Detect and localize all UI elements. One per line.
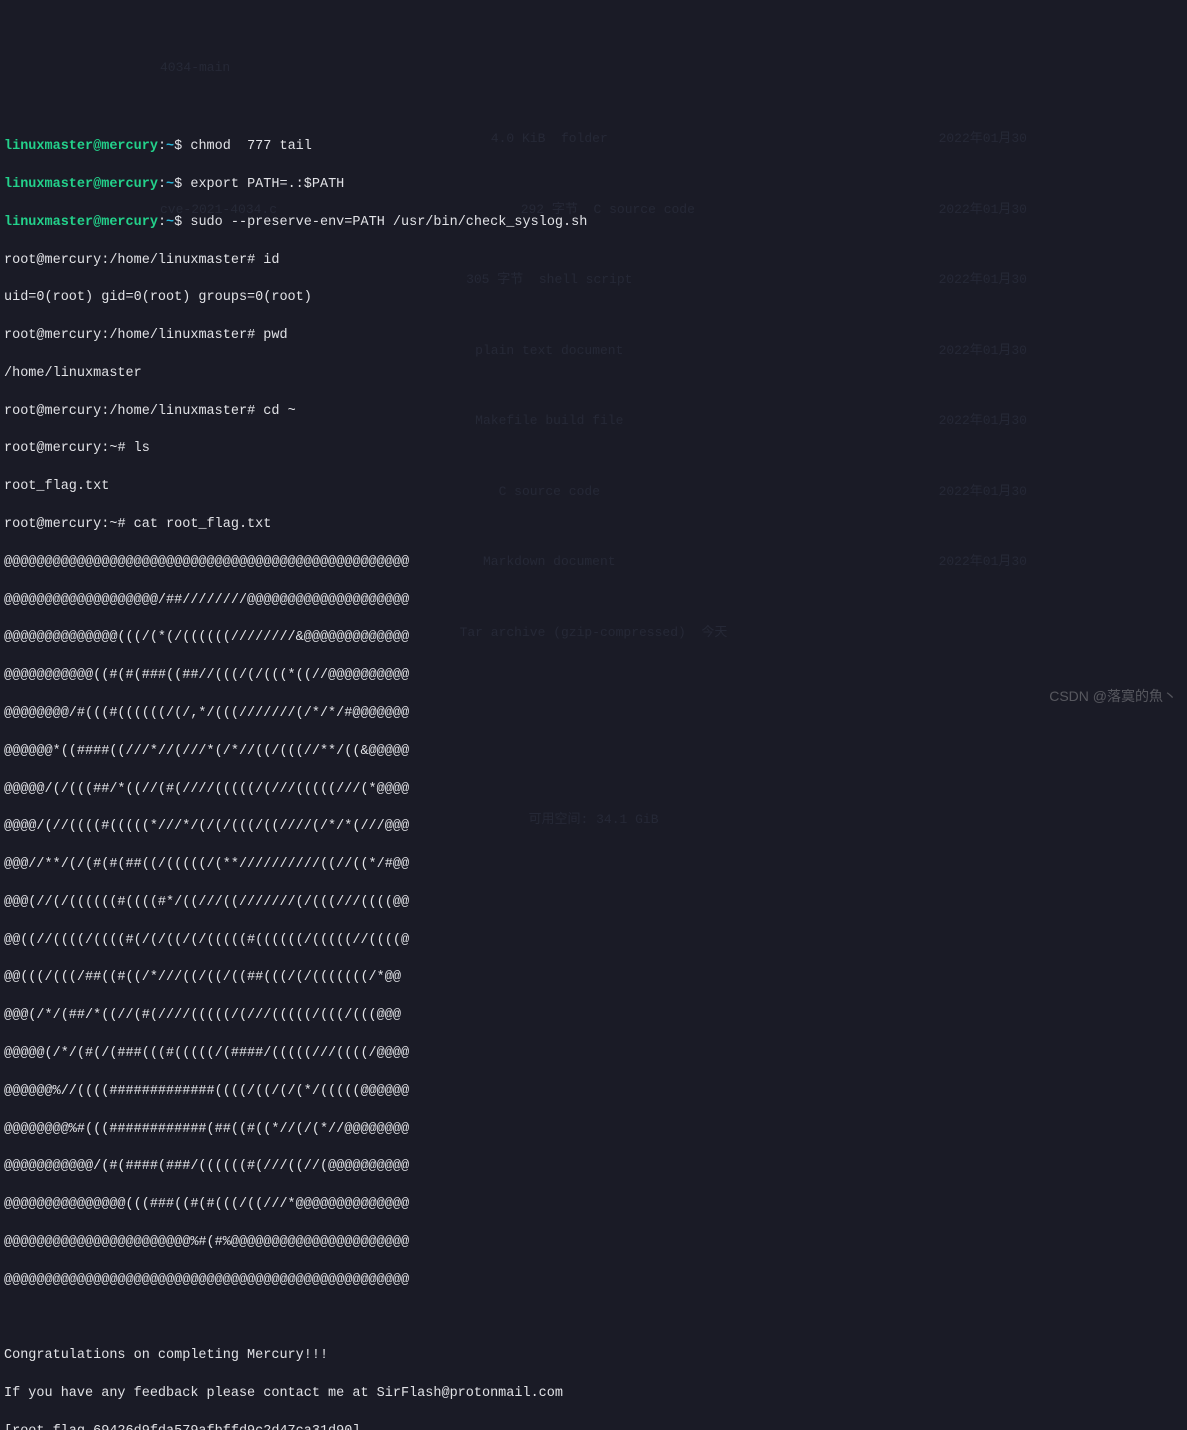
command-id: id [263,253,279,268]
root-prompt-1: root@mercury:/home/linuxmaster# id [4,252,1183,271]
prompt-line-2: linuxmaster@mercury:~$ export PATH=.:$PA… [4,176,1183,195]
feedback-text: If you have any feedback please contact … [4,1385,1183,1404]
ascii-art: @@@@@@@@@@@@@@@@@@@@@@@@@@@@@@@@@@@@@@@@… [4,554,1183,573]
output-ls: root_flag.txt [4,478,1183,497]
flag-text: [root_flag_69426d9fda579afbffd9c2d47ca31… [4,1423,1183,1430]
command-sudo: sudo --preserve-env=PATH /usr/bin/check_… [190,215,587,230]
path: ~ [166,139,174,154]
root-prompt-3: root@mercury:/home/linuxmaster# cd ~ [4,403,1183,422]
prompt-line-1: linuxmaster@mercury:~$ chmod 777 tail [4,138,1183,157]
command-cat: cat root_flag.txt [134,517,272,532]
terminal[interactable]: linuxmaster@mercury:~$ chmod 777 tail li… [4,119,1183,1430]
command-ls: ls [134,441,150,456]
output-id: uid=0(root) gid=0(root) groups=0(root) [4,289,1183,308]
congrats-text: Congratulations on completing Mercury!!! [4,1347,1183,1366]
root-prompt-2: root@mercury:/home/linuxmaster# pwd [4,327,1183,346]
root-prompt-5: root@mercury:~# cat root_flag.txt [4,516,1183,535]
root-prompt-4: root@mercury:~# ls [4,440,1183,459]
command-export: export PATH=.:$PATH [190,177,344,192]
command-pwd: pwd [263,328,287,343]
output-pwd: /home/linuxmaster [4,365,1183,384]
user-host: linuxmaster@mercury [4,139,158,154]
command-cd: cd ~ [263,404,295,419]
prompt-line-3: linuxmaster@mercury:~$ sudo --preserve-e… [4,214,1183,233]
command-chmod: chmod 777 tail [190,139,312,154]
